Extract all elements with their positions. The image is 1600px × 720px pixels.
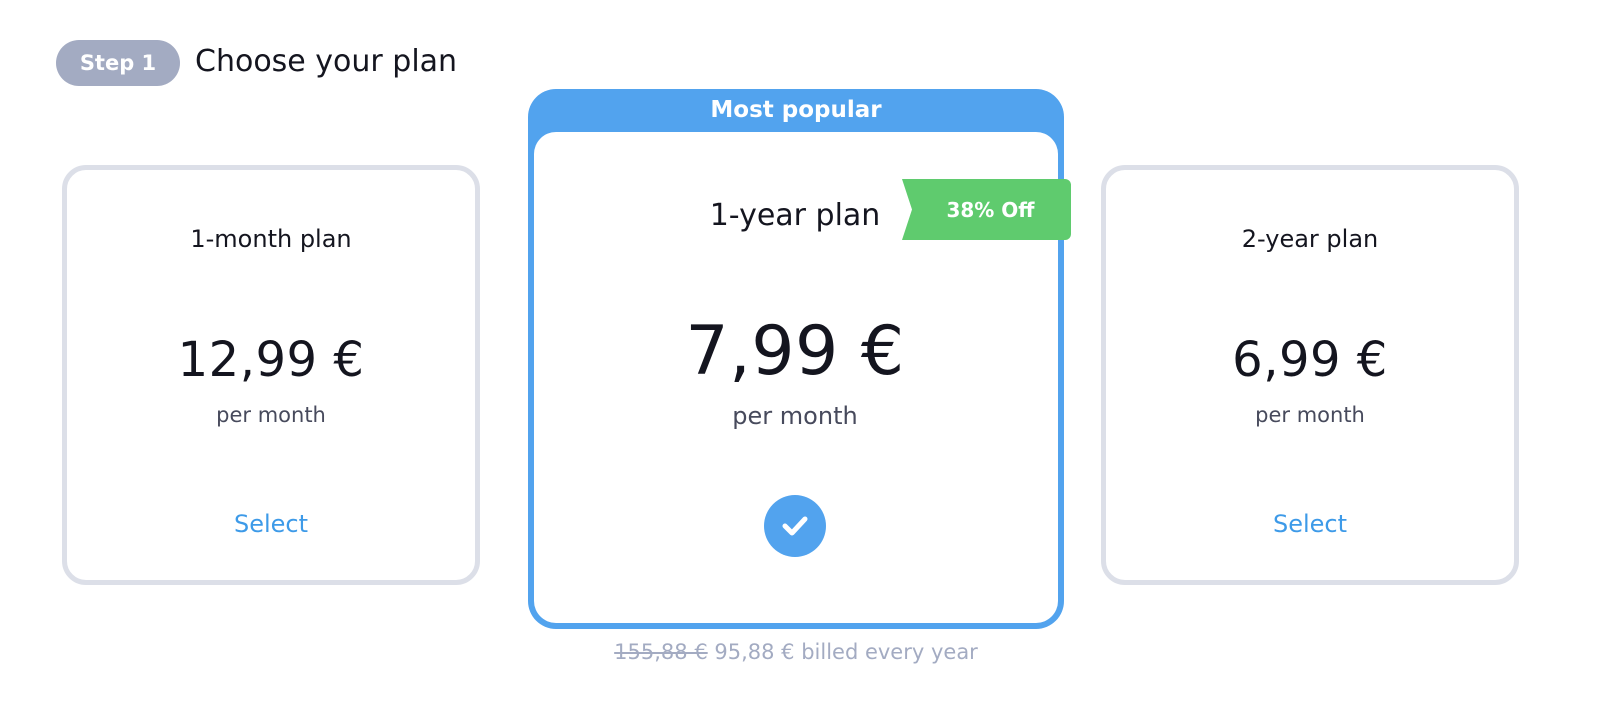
page-title: Choose your plan (195, 44, 458, 79)
original-price: 155,88 € (614, 640, 708, 664)
plan-card-2-year[interactable]: 2-year plan 6,99 € per month Select (1101, 165, 1519, 585)
most-popular-label: Most popular (710, 97, 882, 123)
discount-ribbon: 38% Off (902, 179, 1071, 240)
check-icon (782, 516, 808, 536)
plan-name: 1-month plan (190, 225, 352, 253)
selected-check-indicator[interactable] (764, 495, 826, 557)
plan-price: 6,99 € (1232, 332, 1388, 388)
plan-card-1-month[interactable]: 1-month plan 12,99 € per month Select (62, 165, 480, 585)
plan-price: 12,99 € (177, 332, 365, 388)
plan-price: 7,99 € (685, 312, 905, 391)
select-2-year-button[interactable]: Select (1106, 510, 1514, 538)
plan-period: per month (216, 403, 326, 427)
plan-card-1-year[interactable]: Most popular 1-year plan 7,99 € per mont… (528, 89, 1064, 629)
billing-note: 155,88 € 95,88 € billed every year (528, 640, 1064, 664)
plan-name: 2-year plan (1241, 225, 1379, 253)
plan-period: per month (732, 402, 858, 430)
plan-period: per month (1255, 403, 1365, 427)
step-badge: Step 1 (56, 40, 180, 86)
select-1-month-button[interactable]: Select (67, 510, 475, 538)
billed-amount: 95,88 € billed every year (714, 640, 978, 664)
